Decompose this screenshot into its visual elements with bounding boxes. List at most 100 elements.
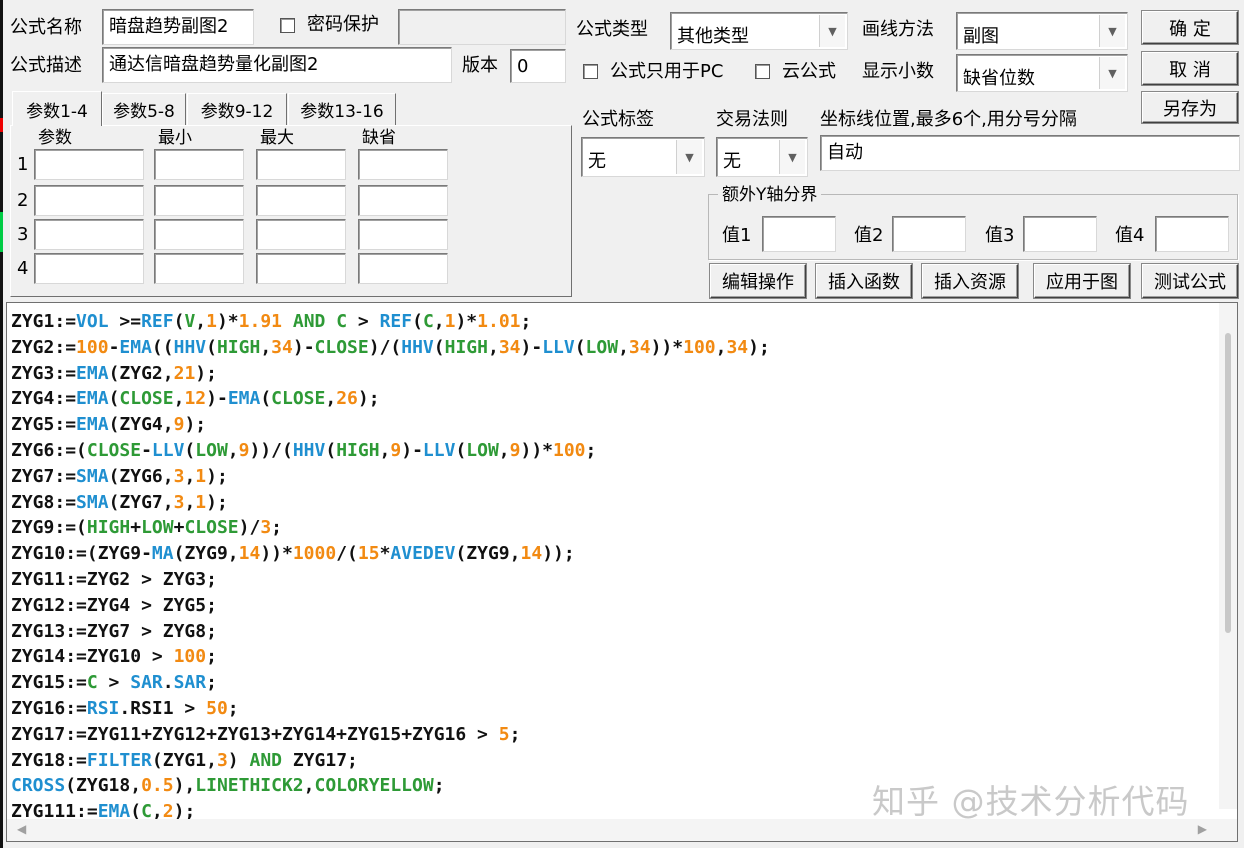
code-line: ZYG12:=ZYG4 > ZYG5; — [11, 594, 217, 616]
formula-name-label: 公式名称 — [10, 17, 82, 38]
tab-params-9-12[interactable]: 参数9-12 — [187, 93, 287, 125]
ok-button[interactable]: 确 定 — [1142, 11, 1238, 44]
code-line: ZYG14:=ZYG10 > 100; — [11, 646, 217, 668]
decimals-label: 显示小数 — [862, 61, 934, 82]
chevron-down-icon: ▼ — [819, 15, 845, 47]
param-min-input[interactable] — [154, 253, 244, 284]
param-name-input[interactable] — [34, 185, 144, 216]
param-max-input[interactable] — [256, 253, 346, 284]
cloud-formula-label: 云公式 — [782, 61, 836, 82]
code-line: ZYG5:=EMA(ZYG4,9); — [11, 414, 207, 436]
param-max-input[interactable] — [256, 185, 346, 216]
scroll-right-icon[interactable]: ▶ — [1198, 822, 1207, 836]
param-max-input[interactable] — [256, 219, 346, 250]
cloud-formula-checkbox[interactable] — [755, 64, 770, 79]
code-line: CROSS(ZYG18,0.5),LINETHICK2,COLORYELLOW; — [11, 775, 445, 797]
formula-desc-input[interactable]: 通达信暗盘趋势量化副图2 — [102, 47, 452, 83]
edit-operation-button[interactable]: 编辑操作 — [710, 264, 806, 298]
param-min-input[interactable] — [154, 149, 244, 180]
chevron-down-icon: ▼ — [779, 140, 805, 174]
axis-position-input[interactable]: 自动 — [820, 135, 1240, 171]
extra-y-v4-input[interactable] — [1155, 216, 1229, 252]
code-line: ZYG17:=ZYG11+ZYG12+ZYG13+ZYG14+ZYG15+ZYG… — [11, 723, 521, 745]
formula-tag-select[interactable]: 无 ▼ — [581, 137, 705, 177]
draw-method-label: 画线方法 — [862, 19, 934, 40]
insert-function-button[interactable]: 插入函数 — [816, 264, 912, 298]
code-editor[interactable]: ZYG1:=VOL >=REF(V,1)*1.91 AND C > REF(C,… — [6, 302, 1238, 842]
chevron-down-icon: ▼ — [676, 140, 702, 174]
password-protect-label: 密码保护 — [307, 14, 379, 35]
formula-desc-label: 公式描述 — [10, 55, 82, 76]
trade-rule-select[interactable]: 无 ▼ — [716, 137, 808, 177]
extra-y-v1-input[interactable] — [762, 216, 836, 252]
formula-type-value: 其他类型 — [677, 26, 749, 47]
formula-type-select[interactable]: 其他类型 ▼ — [670, 12, 848, 50]
param-min-input[interactable] — [154, 185, 244, 216]
param-default-input[interactable] — [358, 185, 448, 216]
param-name-input[interactable] — [34, 149, 144, 180]
formula-name-input[interactable]: 暗盘趋势副图2 — [102, 9, 254, 45]
password-input[interactable] — [398, 9, 566, 45]
param-default-input[interactable] — [358, 253, 448, 284]
param-max-input[interactable] — [256, 149, 346, 180]
extra-y-v2-input[interactable] — [892, 216, 966, 252]
trade-rule-label: 交易法则 — [716, 109, 788, 130]
code-line: ZYG7:=SMA(ZYG6,3,1); — [11, 465, 228, 487]
version-input[interactable]: 0 — [510, 49, 566, 83]
trade-rule-value: 无 — [723, 151, 741, 172]
code-line: ZYG10:=(ZYG9-MA(ZYG9,14))*1000/(15*AVEDE… — [11, 543, 575, 565]
param-row-label: 3 — [17, 224, 29, 245]
code-line: ZYG13:=ZYG7 > ZYG8; — [11, 620, 217, 642]
pc-only-checkbox[interactable] — [583, 64, 598, 79]
tab-params-5-8[interactable]: 参数5-8 — [102, 93, 186, 125]
scroll-thumb[interactable] — [1225, 333, 1231, 633]
code-line: ZYG6:=(CLOSE-LLV(LOW,9))/(HHV(HIGH,9)-LL… — [11, 439, 597, 461]
tab-params-13-16[interactable]: 参数13-16 — [288, 93, 396, 125]
password-protect-checkbox[interactable] — [280, 18, 295, 33]
param-row-label: 1 — [17, 154, 29, 175]
code-line: ZYG9:=(HIGH+LOW+CLOSE)/3; — [11, 517, 282, 539]
decimals-select[interactable]: 缺省位数 ▼ — [956, 54, 1128, 92]
param-min-input[interactable] — [154, 219, 244, 250]
code-line: ZYG3:=EMA(ZYG2,21); — [11, 362, 217, 384]
extra-y-v4-label: 值4 — [1115, 225, 1145, 246]
param-default-input[interactable] — [358, 219, 448, 250]
watermark: 知乎 @技术分析代码 — [872, 782, 1190, 821]
code-text[interactable]: ZYG1:=VOL >=REF(V,1)*1.91 AND C > REF(C,… — [11, 309, 770, 825]
param-name-input[interactable] — [34, 253, 144, 284]
chevron-down-icon: ▼ — [1099, 15, 1125, 47]
scroll-left-icon[interactable]: ◀ — [17, 822, 26, 836]
param-row-label: 4 — [17, 258, 29, 279]
vertical-scrollbar[interactable] — [1219, 303, 1237, 809]
cancel-button[interactable]: 取 消 — [1142, 52, 1238, 85]
code-line: ZYG4:=EMA(CLOSE,12)-EMA(CLOSE,26); — [11, 388, 380, 410]
axis-position-label: 坐标线位置,最多6个,用分号分隔 — [820, 109, 1077, 130]
chevron-down-icon: ▼ — [1099, 57, 1125, 89]
save-as-button[interactable]: 另存为 — [1142, 92, 1238, 123]
extra-y-title: 额外Y轴分界 — [718, 183, 822, 207]
version-label: 版本 — [462, 55, 498, 76]
code-line: ZYG18:=FILTER(ZYG1,3) AND ZYG17; — [11, 749, 358, 771]
test-formula-button[interactable]: 测试公式 — [1142, 264, 1238, 298]
extra-y-v3-input[interactable] — [1023, 216, 1097, 252]
formula-tag-label: 公式标签 — [582, 109, 654, 130]
apply-to-chart-button[interactable]: 应用于图 — [1034, 264, 1130, 298]
param-header-name: 参数 — [38, 128, 72, 148]
formula-type-label: 公式类型 — [576, 19, 648, 40]
extra-y-v3-label: 值3 — [985, 225, 1015, 246]
insert-resource-button[interactable]: 插入资源 — [922, 264, 1018, 298]
param-name-input[interactable] — [34, 219, 144, 250]
draw-method-value: 副图 — [963, 26, 999, 47]
decimals-value: 缺省位数 — [963, 68, 1035, 89]
extra-y-v1-label: 值1 — [722, 225, 752, 246]
pc-only-label: 公式只用于PC — [610, 61, 724, 82]
draw-method-select[interactable]: 副图 ▼ — [956, 12, 1128, 50]
param-header-default: 缺省 — [362, 128, 396, 148]
extra-y-v2-label: 值2 — [854, 225, 884, 246]
code-line: ZYG15:=C > SAR.SAR; — [11, 672, 217, 694]
tab-params-1-4[interactable]: 参数1-4 — [12, 91, 102, 126]
param-header-max: 最大 — [260, 128, 294, 148]
code-line: ZYG16:=RSI.RSI1 > 50; — [11, 697, 239, 719]
param-default-input[interactable] — [358, 149, 448, 180]
code-line: ZYG8:=SMA(ZYG7,3,1); — [11, 491, 228, 513]
